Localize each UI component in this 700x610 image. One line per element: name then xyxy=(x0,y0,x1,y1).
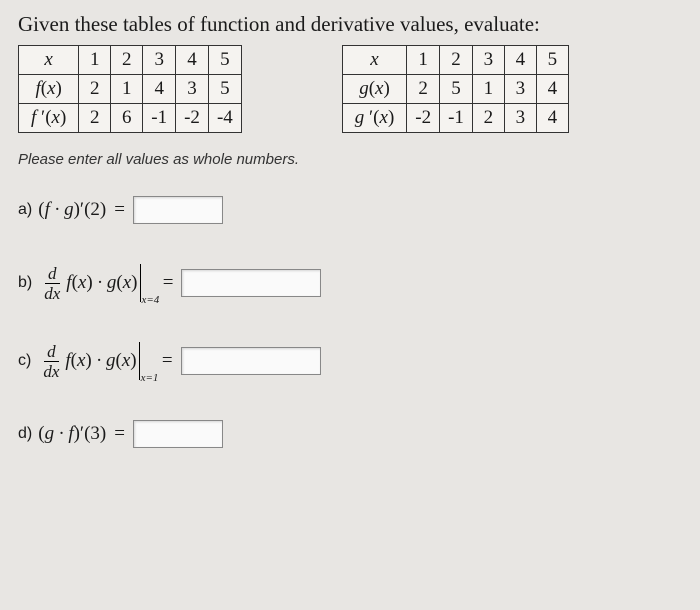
cell: 4 xyxy=(536,75,568,104)
table-row: f ′(x) 2 6 -1 -2 -4 xyxy=(19,104,242,133)
cell: 2 xyxy=(79,75,111,104)
question-d: d) (g · f)′(3) = xyxy=(18,420,682,448)
tables-row: x 1 2 3 4 5 f(x) 2 1 4 3 5 f ′(x) 2 6 -1… xyxy=(18,45,682,133)
question-label: c) xyxy=(18,352,31,370)
cell: 2 xyxy=(472,104,504,133)
question-label: d) xyxy=(18,425,32,443)
cell: -2 xyxy=(176,104,209,133)
answer-input-a[interactable] xyxy=(133,196,223,224)
cell: -1 xyxy=(440,104,473,133)
table-row: g(x) 2 5 1 3 4 xyxy=(342,75,568,104)
cell: 5 xyxy=(208,46,241,75)
cell: 4 xyxy=(176,46,209,75)
answer-input-c[interactable] xyxy=(181,347,321,375)
question-c: c) d dx f(x) · g(x) x=1 = xyxy=(18,342,682,380)
cell: g(x) xyxy=(342,75,407,104)
cell: g ′(x) xyxy=(342,104,407,133)
cell: f ′(x) xyxy=(19,104,79,133)
cell: 1 xyxy=(407,46,440,75)
expression: d dx f(x) · g(x) x=1 = xyxy=(37,342,180,380)
page-title: Given these tables of function and deriv… xyxy=(18,12,682,37)
cell: 5 xyxy=(440,75,473,104)
cell: 3 xyxy=(143,46,176,75)
cell: 4 xyxy=(143,75,176,104)
cell: 3 xyxy=(176,75,209,104)
table-row: x 1 2 3 4 5 xyxy=(342,46,568,75)
question-a: a) (f · g)′(2) = xyxy=(18,196,682,224)
cell: 5 xyxy=(208,75,241,104)
cell: 1 xyxy=(79,46,111,75)
cell: 2 xyxy=(111,46,143,75)
table-row: x 1 2 3 4 5 xyxy=(19,46,242,75)
question-label: a) xyxy=(18,201,32,219)
expression: d dx f(x) · g(x) x=4 = xyxy=(38,264,181,302)
cell: f(x) xyxy=(19,75,79,104)
cell: -1 xyxy=(143,104,176,133)
cell: 4 xyxy=(504,46,536,75)
hint-text: Please enter all values as whole numbers… xyxy=(18,151,682,168)
question-label: b) xyxy=(18,274,32,292)
table-g: x 1 2 3 4 5 g(x) 2 5 1 3 4 g ′(x) -2 -1 … xyxy=(342,45,569,133)
cell: 6 xyxy=(111,104,143,133)
question-b: b) d dx f(x) · g(x) x=4 = xyxy=(18,264,682,302)
cell: -4 xyxy=(208,104,241,133)
cell: 3 xyxy=(504,75,536,104)
table-row: f(x) 2 1 4 3 5 xyxy=(19,75,242,104)
cell: -2 xyxy=(407,104,440,133)
cell: 4 xyxy=(536,104,568,133)
cell: 3 xyxy=(472,46,504,75)
cell: x xyxy=(19,46,79,75)
cell: 2 xyxy=(407,75,440,104)
cell: 3 xyxy=(504,104,536,133)
cell: 2 xyxy=(79,104,111,133)
cell: 5 xyxy=(536,46,568,75)
table-f: x 1 2 3 4 5 f(x) 2 1 4 3 5 f ′(x) 2 6 -1… xyxy=(18,45,242,133)
answer-input-b[interactable] xyxy=(181,269,321,297)
table-row: g ′(x) -2 -1 2 3 4 xyxy=(342,104,568,133)
expression: (f · g)′(2) = xyxy=(38,199,133,221)
cell: 1 xyxy=(111,75,143,104)
cell: x xyxy=(342,46,407,75)
cell: 2 xyxy=(440,46,473,75)
expression: (g · f)′(3) = xyxy=(38,423,133,445)
cell: 1 xyxy=(472,75,504,104)
answer-input-d[interactable] xyxy=(133,420,223,448)
